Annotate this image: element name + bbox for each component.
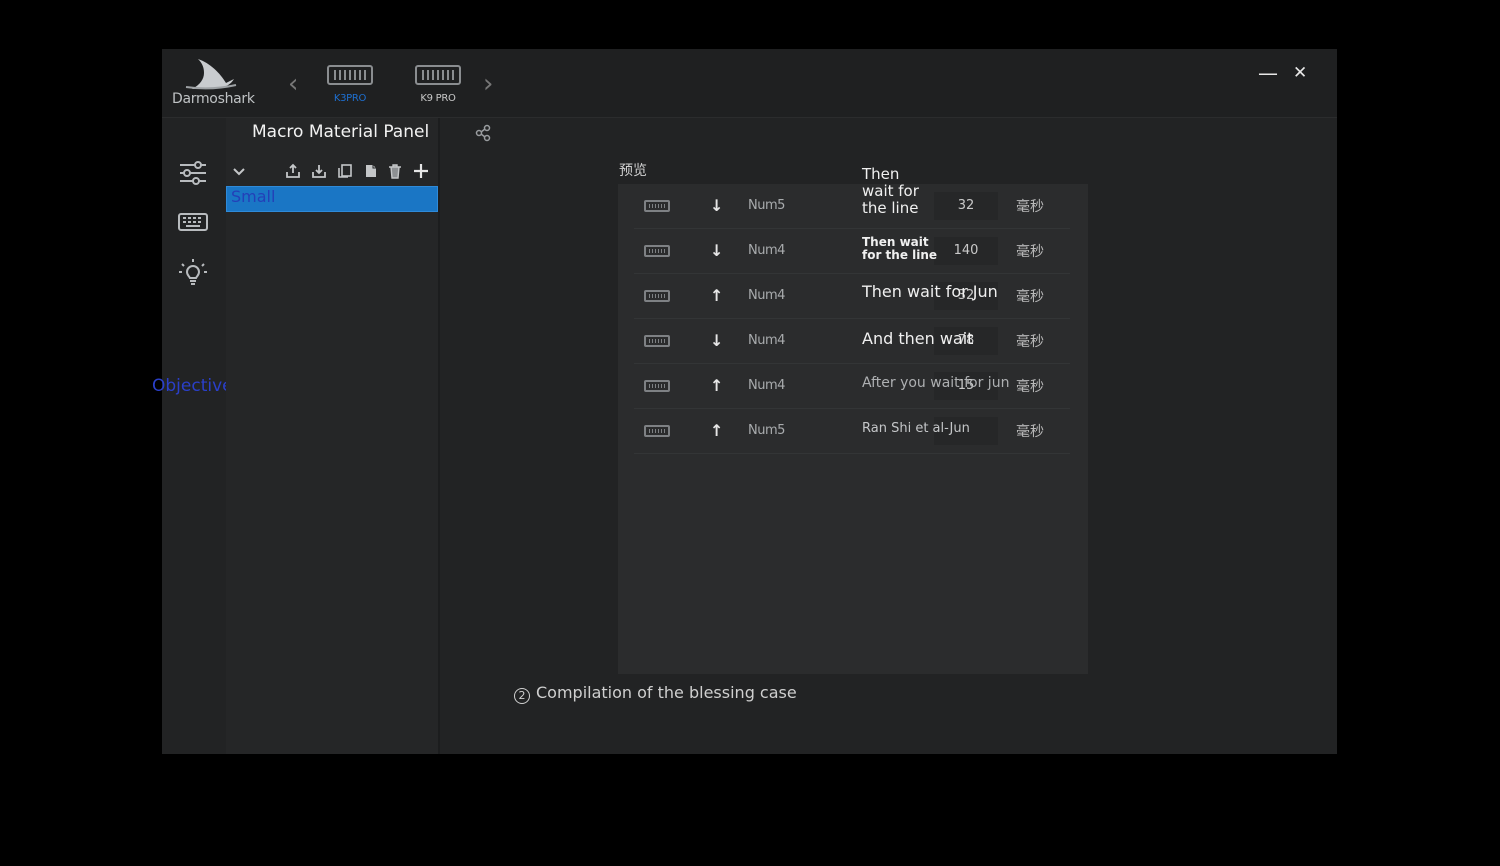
keyboard-icon [327, 65, 373, 85]
keyboard-icon [644, 245, 670, 257]
step-key: Num5 [748, 198, 785, 213]
delay-unit: 毫秒 [1016, 424, 1044, 440]
export-icon[interactable] [284, 162, 302, 180]
panel-divider [438, 118, 440, 754]
arrow-down-icon: ↓ [710, 196, 724, 215]
lightbulb-icon[interactable] [176, 256, 210, 290]
prev-device-button[interactable]: ‹ [288, 71, 298, 97]
delay-unit: 毫秒 [1016, 379, 1044, 395]
step-note: And then wait [862, 329, 974, 348]
macro-list-item[interactable]: Small [226, 186, 438, 212]
keyboard-icon [644, 380, 670, 392]
step-key: Num4 [748, 333, 785, 348]
caption: 2 Compilation of the blessing case [514, 683, 797, 704]
step-key: Num4 [748, 243, 785, 258]
arrow-up-icon: ↑ [710, 376, 724, 395]
step-note: Then wait for the line [862, 165, 919, 217]
objective-label: Objective [152, 376, 233, 396]
macro-step-row[interactable]: ↓ Num4 78 毫秒 And then wait [634, 319, 1070, 364]
step-note: Then wait for the line [862, 235, 938, 262]
sidebar: Objective [152, 118, 233, 754]
delay-unit: 毫秒 [1016, 334, 1044, 350]
keyboard-icon[interactable] [176, 206, 210, 240]
arrow-down-icon: ↓ [710, 241, 724, 260]
delete-icon[interactable] [386, 162, 404, 180]
paste-icon[interactable] [362, 162, 380, 180]
step-key: Num4 [748, 288, 785, 303]
caption-text: Compilation of the blessing case [536, 683, 797, 702]
macro-name: Small [231, 187, 276, 206]
close-button[interactable]: ✕ [1293, 61, 1307, 85]
macro-step-row[interactable]: ↑ Num4 15 毫秒 After you wait for jun [634, 364, 1070, 409]
device-label: K9 PRO [420, 93, 456, 104]
delay-input[interactable]: 32 [934, 192, 998, 220]
minimize-button[interactable]: — [1258, 61, 1278, 85]
app-window: Darmoshark ‹ K3PRO K9 PRO › — ✕ Objectiv… [152, 49, 1337, 754]
copy-icon[interactable] [336, 162, 354, 180]
step-key: Num5 [748, 423, 785, 438]
preview-label: 预览 [619, 163, 647, 179]
chevron-down-icon[interactable] [230, 162, 248, 180]
device-k9pro[interactable]: K9 PRO [408, 65, 468, 104]
step-note: Ran Shi et al-Jun [862, 421, 970, 436]
device-k3pro[interactable]: K3PRO [320, 65, 380, 104]
delay-unit: 毫秒 [1016, 199, 1044, 215]
panel-title: Macro Material Panel [252, 122, 430, 142]
macro-material-panel: Macro Material Panel [226, 118, 491, 754]
brand-name: Darmoshark [172, 91, 255, 107]
keyboard-icon [644, 290, 670, 302]
delay-input[interactable]: 140 [934, 237, 998, 265]
step-note: Then wait for Jun [862, 282, 998, 301]
macro-step-row[interactable]: ↓ Num4 140 毫秒 Then wait for the line [634, 229, 1070, 274]
import-icon[interactable] [310, 162, 328, 180]
keyboard-icon [415, 65, 461, 85]
delay-unit: 毫秒 [1016, 289, 1044, 305]
device-label: K3PRO [333, 93, 367, 104]
step-note: After you wait for jun [862, 375, 1010, 391]
circled-number: 2 [514, 688, 530, 704]
add-icon[interactable] [412, 162, 430, 180]
delay-unit: 毫秒 [1016, 244, 1044, 260]
keyboard-icon [644, 425, 670, 437]
macro-step-row[interactable]: ↓ Num5 32 毫秒 Then wait for the line [634, 166, 1070, 229]
arrow-down-icon: ↓ [710, 331, 724, 350]
arrow-up-icon: ↑ [710, 286, 724, 305]
share-icon[interactable] [474, 124, 492, 142]
sliders-icon[interactable] [176, 156, 210, 190]
darmoshark-logo: Darmoshark [170, 55, 260, 111]
keyboard-icon [644, 200, 670, 212]
step-key: Num4 [748, 378, 785, 393]
keyboard-icon [644, 335, 670, 347]
macro-step-row[interactable]: ↑ Num4 32 毫秒 Then wait for Jun [634, 274, 1070, 319]
title-bar: Darmoshark ‹ K3PRO K9 PRO › — ✕ [162, 49, 1337, 118]
macro-step-row[interactable]: ↑ Num5 毫秒 Ran Shi et al-Jun [634, 409, 1070, 454]
macro-preview: ↓ Num5 32 毫秒 Then wait for the line ↓ Nu… [618, 166, 1088, 674]
shark-fin-icon [185, 59, 237, 90]
next-device-button[interactable]: › [483, 71, 493, 97]
arrow-up-icon: ↑ [710, 421, 724, 440]
